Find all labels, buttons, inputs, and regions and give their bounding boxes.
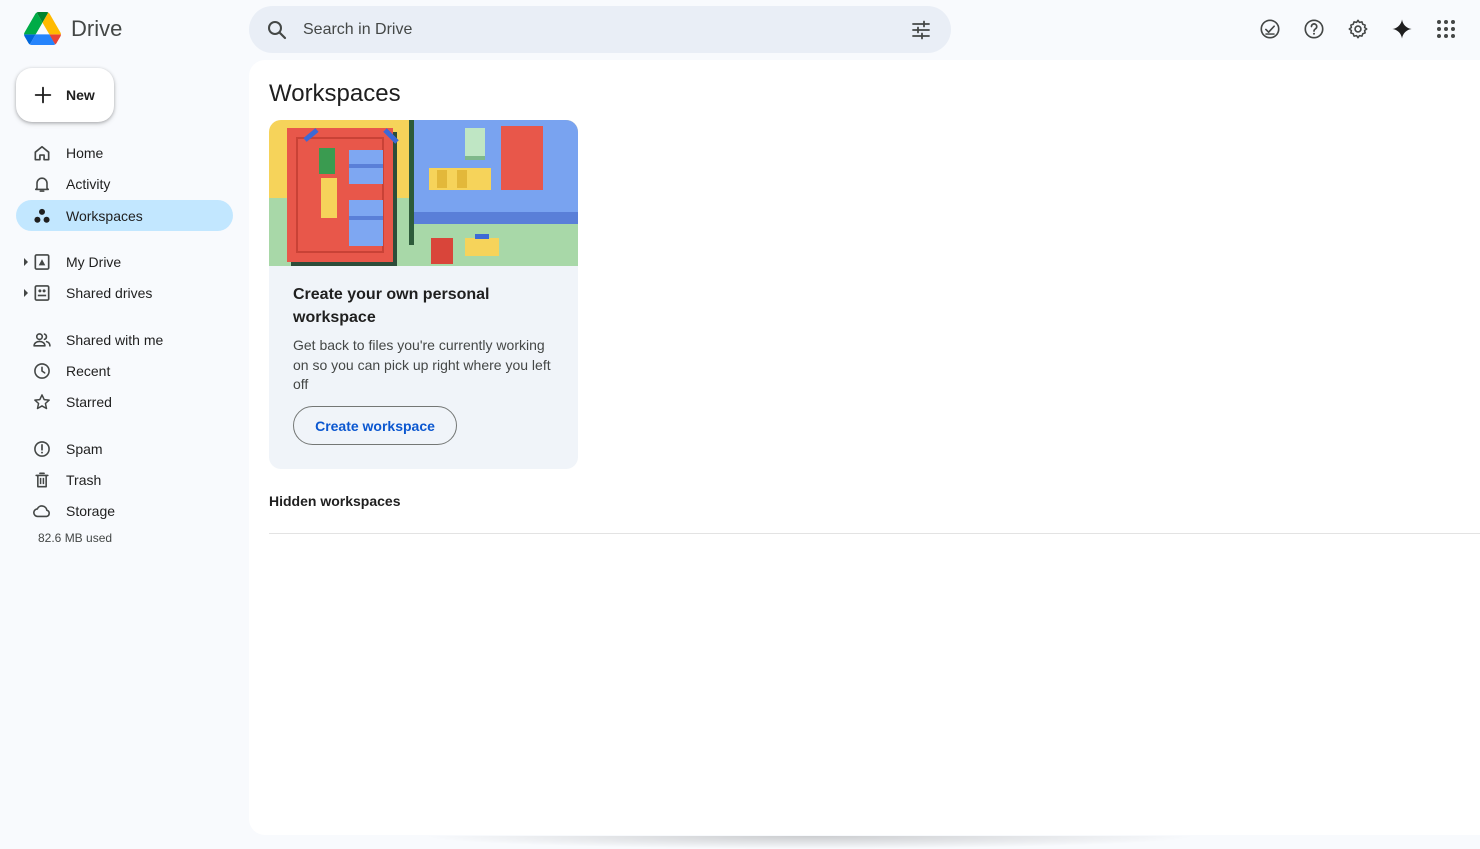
expand-arrow-icon[interactable] — [23, 258, 29, 266]
search-input[interactable] — [303, 6, 883, 53]
expand-arrow-icon[interactable] — [23, 289, 29, 297]
settings-icon[interactable] — [1336, 16, 1380, 42]
new-button[interactable]: New — [16, 68, 114, 122]
sidebar-item-label: Home — [66, 145, 104, 161]
sidebar-item-label: Starred — [66, 394, 112, 410]
workspace-illustration — [269, 120, 578, 266]
section-divider — [269, 533, 1480, 534]
search-icon[interactable] — [265, 18, 289, 42]
search-bar[interactable] — [249, 6, 951, 53]
sidebar-item-label: Shared drives — [66, 285, 153, 301]
sidebar-item-label: Activity — [66, 176, 111, 192]
sidebar-item-trash[interactable]: Trash — [16, 464, 233, 495]
drive-logo-icon — [24, 12, 61, 45]
search-options-icon[interactable] — [909, 18, 933, 42]
card-title: Create your own personal workspace — [293, 286, 490, 326]
main-content: Workspaces Create your own personal work… — [249, 60, 1480, 835]
sidebar-item-storage[interactable]: Storage — [16, 495, 233, 526]
trash-icon — [35, 472, 49, 488]
sidebar-item-starred[interactable]: Starred — [16, 386, 233, 417]
sidebar-item-home[interactable]: Home — [16, 137, 233, 168]
workspaces-icon — [34, 208, 50, 223]
sidebar-item-label: Workspaces — [66, 208, 143, 224]
new-button-label: New — [66, 87, 95, 103]
plus-icon — [34, 86, 52, 104]
create-workspace-card: Create your own personal workspace Get b… — [269, 120, 578, 469]
sidebar-item-label: Trash — [66, 472, 102, 488]
sidebar-item-label: Storage — [66, 503, 116, 519]
storage-usage-text: 82.6 MB used — [38, 531, 113, 545]
sidebar-item-recent[interactable]: Recent — [16, 355, 233, 386]
star-icon — [34, 394, 50, 410]
shared-drives-icon — [34, 285, 50, 301]
sidebar-item-shared-drives[interactable]: Shared drives — [16, 277, 233, 308]
sidebar-item-spam[interactable]: Spam — [16, 433, 233, 464]
gemini-icon[interactable] — [1380, 16, 1424, 42]
home-icon — [34, 145, 50, 161]
cloud-icon — [33, 505, 50, 518]
sidebar-item-my-drive[interactable]: My Drive — [16, 246, 233, 277]
bell-icon — [34, 177, 50, 192]
sidebar-item-label: Spam — [66, 441, 103, 457]
sidebar-item-workspaces[interactable]: Workspaces — [16, 200, 233, 231]
people-icon — [33, 333, 51, 347]
help-icon[interactable] — [1292, 16, 1336, 42]
spam-icon — [34, 441, 50, 457]
clock-icon — [34, 363, 50, 379]
sidebar-item-activity[interactable]: Activity — [16, 168, 233, 199]
apps-grid-icon[interactable] — [1424, 16, 1468, 42]
my-drive-icon — [34, 254, 50, 270]
app-name: Drive — [71, 15, 123, 41]
sidebar-item-label: Recent — [66, 363, 111, 379]
card-description: Get back to files you're currently worki… — [293, 337, 551, 392]
top-right-toolbar — [1248, 16, 1468, 42]
create-workspace-button[interactable]: Create workspace — [293, 406, 457, 445]
hidden-workspaces-header[interactable]: Hidden workspaces — [269, 493, 401, 509]
sidebar-item-shared-with-me[interactable]: Shared with me — [16, 324, 233, 355]
bottom-shadow — [420, 836, 1200, 849]
sidebar-item-label: Shared with me — [66, 332, 164, 348]
drive-logo[interactable]: Drive — [24, 12, 122, 45]
page-title: Workspaces — [269, 80, 401, 107]
ready-for-offline-icon[interactable] — [1248, 16, 1292, 42]
sidebar-item-label: My Drive — [66, 254, 122, 270]
